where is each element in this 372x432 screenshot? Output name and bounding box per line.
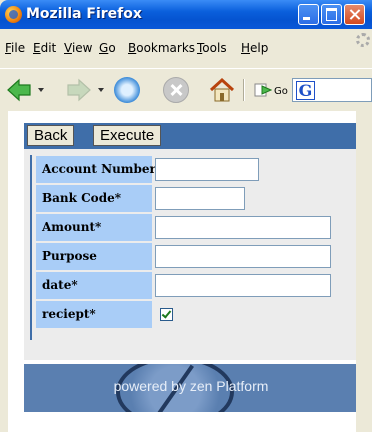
menu-tools[interactable]: Tools (197, 41, 227, 55)
back-button[interactable]: Back (27, 125, 75, 146)
date-input[interactable] (155, 274, 331, 297)
menu-bookmarks[interactable]: Bookmarks (128, 41, 195, 55)
throbber-icon (356, 33, 370, 47)
menu-view[interactable]: View (64, 41, 92, 55)
title-bar: Mozilla Firefox (0, 0, 372, 29)
back-dropdown-icon[interactable] (38, 88, 44, 92)
minimize-button[interactable] (298, 4, 319, 25)
go-icon[interactable] (254, 82, 272, 98)
purpose-input[interactable] (155, 245, 331, 268)
google-logo-icon: G (296, 81, 315, 100)
powered-by-text: powered by zen Platform (113, 378, 269, 394)
google-search-box[interactable]: G (292, 78, 372, 102)
stop-icon[interactable] (163, 77, 189, 103)
toolbar-separator (243, 79, 245, 101)
forward-arrow-icon[interactable] (66, 77, 92, 103)
reciept-label: reciept* (36, 301, 152, 328)
purpose-label: Purpose (36, 243, 152, 270)
window-title: Mozilla Firefox (26, 6, 142, 22)
footer-banner: powered by zen Platform (24, 364, 358, 412)
home-icon[interactable] (208, 77, 236, 103)
firefox-logo-icon (5, 6, 22, 23)
navigation-toolbar: Go G (0, 68, 372, 111)
browser-window: Mozilla Firefox File Edit View Go Bookma… (0, 0, 372, 432)
viewport: Back Execute Account Number* Bank Code* … (8, 111, 364, 432)
forward-dropdown-icon[interactable] (98, 88, 104, 92)
bank-code-input[interactable] (155, 187, 245, 210)
go-label[interactable]: Go (274, 86, 288, 97)
bank-code-label: Bank Code* (36, 185, 152, 212)
form-left-rule (30, 155, 32, 340)
reload-icon[interactable] (114, 77, 140, 103)
amount-label: Amount* (36, 214, 152, 241)
menu-edit[interactable]: Edit (33, 41, 56, 55)
action-bar: Back Execute (24, 123, 358, 149)
menu-file[interactable]: File (5, 41, 25, 55)
execute-button[interactable]: Execute (93, 125, 162, 146)
close-button[interactable] (344, 4, 365, 25)
back-arrow-icon[interactable] (6, 77, 32, 103)
menu-help[interactable]: Help (241, 41, 268, 55)
amount-input[interactable] (155, 216, 331, 239)
maximize-button[interactable] (321, 4, 342, 25)
date-label: date* (36, 272, 152, 299)
account-number-input[interactable] (155, 158, 259, 181)
window-frame-right (356, 111, 372, 432)
menu-bar: File Edit View Go Bookmarks Tools Help (0, 29, 372, 67)
page-content: Back Execute Account Number* Bank Code* … (8, 111, 364, 432)
reciept-checkbox[interactable] (160, 308, 173, 321)
app-page: Back Execute Account Number* Bank Code* … (24, 123, 358, 412)
menu-go[interactable]: Go (99, 41, 116, 55)
account-number-label: Account Number* (36, 156, 162, 183)
payment-form: Account Number* Bank Code* Amount* Purpo… (24, 149, 358, 360)
